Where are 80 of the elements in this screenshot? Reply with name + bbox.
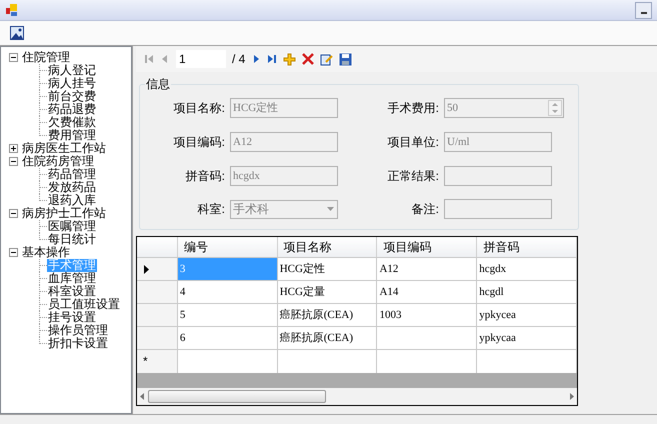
table-cell: HCG定量 bbox=[278, 281, 378, 303]
table-cell: HCG定性 bbox=[278, 258, 378, 280]
collapse-icon[interactable] bbox=[9, 53, 18, 62]
tree-item[interactable]: 员工值班设置 bbox=[47, 298, 121, 311]
last-icon[interactable] bbox=[267, 54, 278, 64]
table-cell: ypkycea bbox=[477, 304, 577, 326]
table-cell: A12 bbox=[377, 258, 478, 280]
tree-item[interactable]: 欠费催款 bbox=[47, 116, 97, 129]
scroll-right-icon[interactable] bbox=[570, 393, 574, 400]
scrollbar-thumb[interactable] bbox=[148, 390, 326, 403]
tree-item[interactable]: 前台交费 bbox=[47, 90, 97, 103]
new-row-marker: * bbox=[143, 354, 148, 368]
tree-item[interactable]: 费用管理 bbox=[47, 129, 97, 142]
input-field[interactable] bbox=[444, 199, 552, 220]
collapse-icon[interactable] bbox=[9, 209, 18, 218]
tree-item[interactable]: 挂号设置 bbox=[47, 311, 97, 324]
field-label: 项目名称: bbox=[172, 100, 226, 117]
tree-item[interactable]: 每日统计 bbox=[47, 233, 97, 246]
table-cell: 癌胚抗原(CEA) bbox=[278, 304, 378, 326]
dropdown-caret-icon[interactable] bbox=[327, 207, 334, 212]
group-title: 信息 bbox=[145, 75, 171, 93]
tree-item[interactable]: 退药入库 bbox=[47, 194, 97, 207]
picture-icon[interactable] bbox=[10, 26, 24, 40]
tree-item[interactable]: 病房护士工作站 bbox=[21, 207, 107, 220]
add-icon[interactable] bbox=[283, 52, 296, 66]
table-cell: 癌胚抗原(CEA) bbox=[278, 327, 378, 349]
position-field[interactable]: 1 bbox=[176, 50, 226, 68]
table-cell: hcgdl bbox=[477, 281, 577, 303]
tree-item[interactable]: 住院药房管理 bbox=[21, 155, 95, 168]
count-label: / 4 bbox=[232, 51, 246, 68]
field-label: 手术费用: bbox=[386, 100, 440, 117]
minimize-icon bbox=[640, 12, 646, 14]
tree-item[interactable]: 科室设置 bbox=[47, 285, 97, 298]
table-cell: 4 bbox=[178, 281, 278, 303]
app-icon bbox=[5, 3, 19, 17]
spin-field[interactable]: 50 bbox=[444, 98, 564, 118]
delete-icon[interactable] bbox=[302, 53, 314, 65]
spinner-icon[interactable] bbox=[548, 100, 562, 116]
tree-item[interactable]: 病房医生工作站 bbox=[21, 142, 107, 155]
tree-item[interactable]: 基本操作 bbox=[21, 246, 71, 259]
tree-item[interactable]: 操作员管理 bbox=[47, 324, 109, 337]
save-icon[interactable] bbox=[339, 52, 352, 66]
tree-item[interactable]: 病人挂号 bbox=[47, 77, 97, 90]
tree-item[interactable]: 折扣卡设置 bbox=[47, 337, 109, 350]
horizontal-scrollbar[interactable] bbox=[137, 388, 577, 405]
tree-item[interactable]: 药品管理 bbox=[47, 168, 97, 181]
column-header[interactable]: 拼音码 bbox=[477, 237, 578, 257]
tree-item[interactable]: 发放药品 bbox=[47, 181, 97, 194]
column-header[interactable]: 编号 bbox=[178, 237, 278, 257]
table-cell: 5 bbox=[178, 304, 278, 326]
table-cell: ypkycaa bbox=[477, 327, 577, 349]
field-label: 项目单位: bbox=[386, 134, 440, 151]
table-cell: hcgdx bbox=[477, 258, 577, 280]
minimize-button[interactable] bbox=[635, 2, 652, 18]
tree-item[interactable]: 医嘱管理 bbox=[47, 220, 97, 233]
table-cell: 3 bbox=[178, 258, 278, 280]
column-header[interactable]: 项目编码 bbox=[377, 237, 478, 257]
tree-item[interactable]: 药品退费 bbox=[47, 103, 97, 116]
next-icon[interactable] bbox=[251, 54, 262, 64]
field-label: 科室: bbox=[196, 201, 226, 218]
collapse-icon[interactable] bbox=[9, 248, 18, 257]
collapse-icon[interactable] bbox=[9, 157, 18, 166]
table-cell: A14 bbox=[377, 281, 478, 303]
first-icon[interactable] bbox=[144, 54, 154, 64]
input-field[interactable] bbox=[444, 166, 552, 186]
table-cell: 1003 bbox=[377, 304, 478, 326]
tree-item[interactable]: 病人登记 bbox=[47, 64, 97, 77]
field-label: 项目编码: bbox=[172, 134, 226, 151]
field-label: 备注: bbox=[410, 201, 440, 218]
scroll-left-icon[interactable] bbox=[140, 393, 144, 400]
edit-icon[interactable] bbox=[320, 52, 334, 66]
tree-item[interactable]: 住院管理 bbox=[21, 51, 71, 64]
expand-icon[interactable] bbox=[9, 144, 18, 153]
table-cell: 6 bbox=[178, 327, 278, 349]
field-label: 正常结果: bbox=[386, 168, 440, 184]
row-header[interactable] bbox=[137, 258, 178, 280]
column-header[interactable]: 项目名称 bbox=[278, 237, 378, 257]
previous-icon[interactable] bbox=[160, 54, 170, 64]
tree-item[interactable]: 血库管理 bbox=[47, 272, 97, 285]
field-label: 拼音码: bbox=[184, 168, 226, 184]
